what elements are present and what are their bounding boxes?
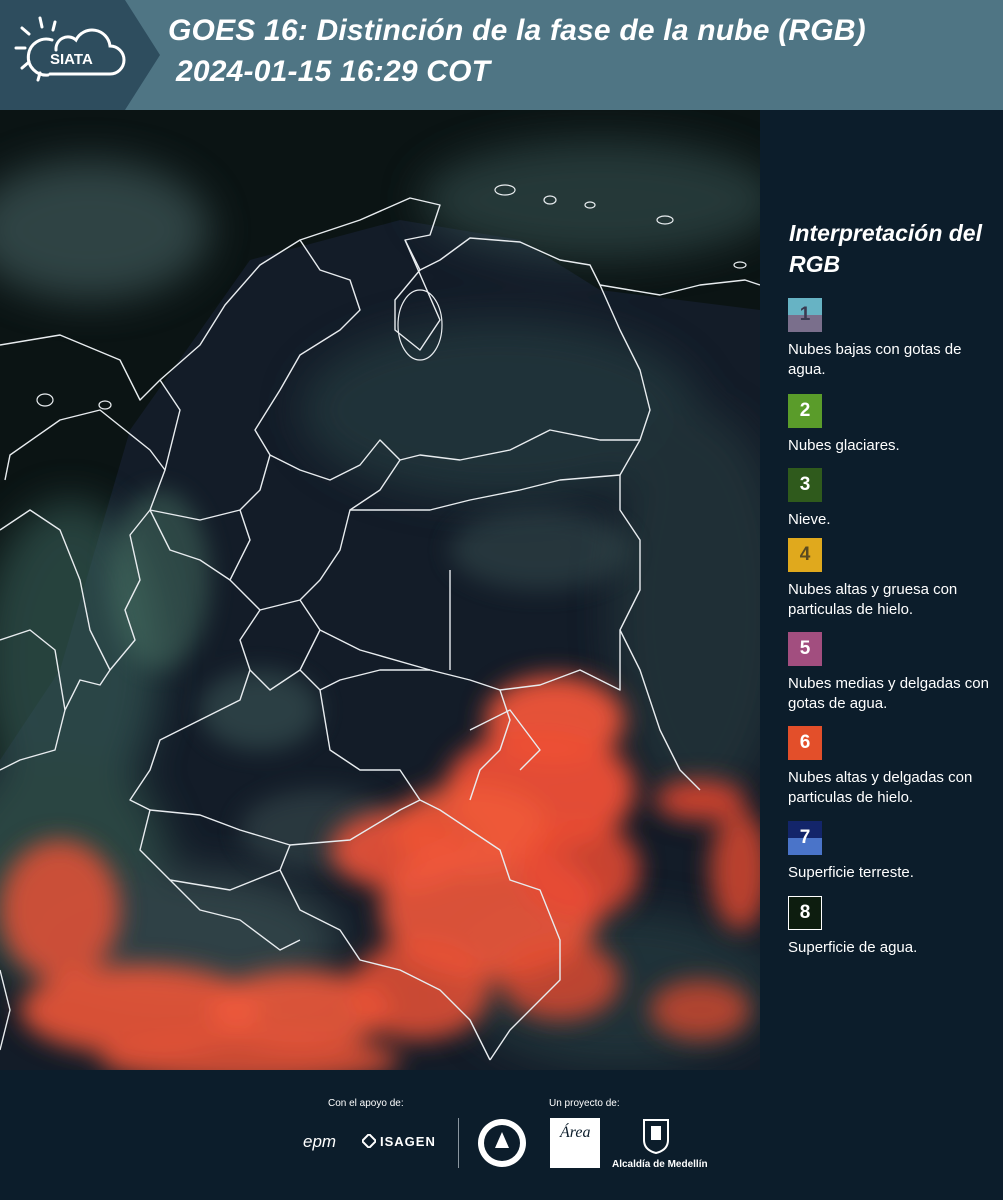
- legend-number: 6: [799, 732, 811, 753]
- legend-number: 7: [799, 827, 811, 848]
- legend-item-8: 8 Superficie de agua.: [788, 896, 998, 958]
- legend-number: 4: [799, 544, 811, 565]
- siata-logo-text: SIATA: [50, 51, 93, 68]
- legend-label: Nieve.: [788, 511, 831, 528]
- legend-number: 8: [799, 902, 811, 923]
- legend-item-7: 7 Superficie terreste.: [788, 821, 998, 883]
- medellin-shield-icon: [642, 1118, 670, 1155]
- page-title: GOES 16: Distinción de la fase de la nub…: [168, 14, 866, 47]
- legend-label: Nubes bajas con gotas de agua.: [788, 341, 962, 378]
- isagen-logo[interactable]: ISAGEN: [380, 1134, 436, 1149]
- legend-panel: Interpretación del RGB 1 Nubes bajas con…: [760, 110, 1003, 1070]
- legend-item-4: 4 Nubes altas y gruesa con particulas de…: [788, 538, 998, 620]
- legend-label: Superficie terreste.: [788, 864, 914, 881]
- legend-swatch-2: 2: [788, 394, 822, 428]
- legend-item-3: 3 Nieve.: [788, 468, 998, 530]
- legend-label: Nubes altas y gruesa con particulas de h…: [788, 581, 958, 618]
- area-metropolitana-logo[interactable]: Área: [550, 1118, 600, 1168]
- legend-swatch-8: 8: [788, 896, 822, 930]
- legend-item-5: 5 Nubes medias y delgadas con gotas de a…: [788, 632, 998, 714]
- legend-number: 3: [799, 474, 811, 495]
- page-timestamp: 2024-01-15 16:29 COT: [176, 55, 491, 88]
- isagen-icon: [360, 1132, 378, 1150]
- project-label: Un proyecto de:: [549, 1098, 620, 1109]
- legend-swatch-4: 4: [788, 538, 822, 572]
- legend-number: 5: [799, 638, 811, 659]
- legend-item-6: 6 Nubes altas y delgadas con particulas …: [788, 726, 998, 808]
- legend-title: Interpretación del RGB: [789, 220, 982, 277]
- legend-label: Superficie de agua.: [788, 939, 918, 956]
- footer: Con el apoyo de: Un proyecto de: epm ISA…: [0, 1070, 1003, 1200]
- legend-swatch-5: 5: [788, 632, 822, 666]
- legend-swatch-7: 7: [788, 821, 822, 855]
- legend-label: Nubes glaciares.: [788, 437, 900, 454]
- siata-logo-graphic: SIATA: [0, 0, 160, 110]
- legend-number: 1: [799, 304, 811, 325]
- legend-item-1: 1 Nubes bajas con gotas de agua.: [788, 298, 998, 380]
- seal-icon[interactable]: [477, 1118, 527, 1168]
- support-label: Con el apoyo de:: [328, 1098, 404, 1109]
- siata-logo[interactable]: SIATA: [0, 0, 160, 110]
- satellite-image: [0, 110, 760, 1070]
- area-logo-word: Área: [560, 1124, 591, 1141]
- footer-divider: [458, 1118, 459, 1168]
- legend-label: Nubes altas y delgadas con particulas de…: [788, 769, 973, 806]
- legend-swatch-6: 6: [788, 726, 822, 760]
- legend-item-2: 2 Nubes glaciares.: [788, 394, 998, 456]
- legend-label: Nubes medias y delgadas con gotas de agu…: [788, 675, 989, 712]
- legend-number: 2: [799, 400, 811, 421]
- legend-swatch-3: 3: [788, 468, 822, 502]
- satellite-map[interactable]: [0, 110, 760, 1070]
- legend-swatch-1: 1: [788, 298, 822, 332]
- header-bar: SIATA GOES 16: Distinción de la fase de …: [0, 0, 1003, 110]
- epm-logo[interactable]: epm: [303, 1132, 336, 1152]
- alcaldia-logo[interactable]: Alcaldía de Medellín: [612, 1159, 708, 1170]
